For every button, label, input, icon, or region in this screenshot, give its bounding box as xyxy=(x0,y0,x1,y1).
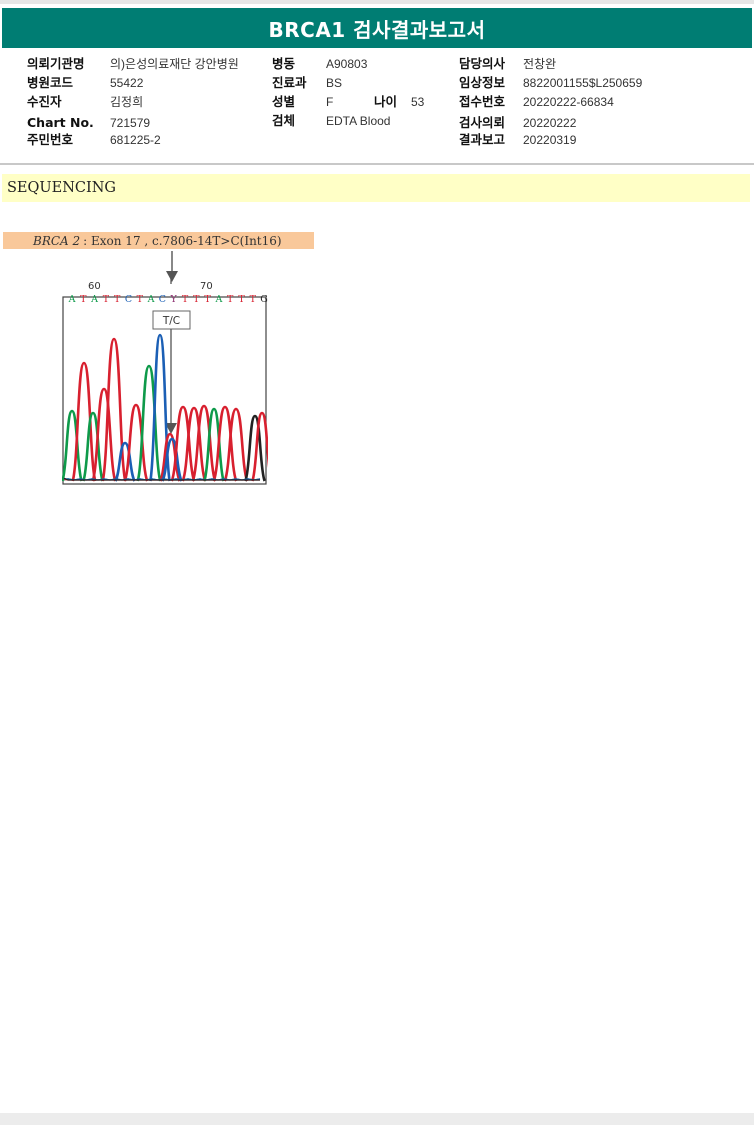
ward-value-wrap: A90803 xyxy=(326,56,367,72)
base-letter: C xyxy=(159,294,166,305)
sex-value-wrap: F xyxy=(326,94,333,110)
institution-label: 의뢰기관명 xyxy=(27,56,85,71)
base-letter: T xyxy=(250,294,257,305)
base-letter: A xyxy=(68,294,76,305)
field-specimen: 검체 xyxy=(272,113,295,129)
base-letter: T xyxy=(114,294,121,305)
request-date-value-wrap: 20220222 xyxy=(523,115,576,131)
position-arrow xyxy=(166,251,178,282)
clinical-info-label: 임상정보 xyxy=(459,75,506,90)
base-letter: T xyxy=(103,294,110,305)
resident-no-value: 681225-2 xyxy=(110,133,161,147)
mutation-detail: : Exon 17 , c.7806-14T>C(Int16) xyxy=(83,233,282,248)
request-date-value: 20220222 xyxy=(523,116,577,130)
resident-no-value-wrap: 681225-2 xyxy=(110,132,161,148)
department-value: BS xyxy=(326,76,343,90)
doctor-label: 담당의사 xyxy=(459,56,506,71)
institution-value-wrap: 의)은성의료재단 강안병원 xyxy=(110,56,239,72)
header-divider xyxy=(0,163,754,165)
ward-value: A90803 xyxy=(326,57,368,71)
field-ward: 병동 xyxy=(272,56,295,72)
base-letter: A xyxy=(214,294,222,305)
field-resident-no: 주민번호 xyxy=(27,132,73,148)
base-letter: A xyxy=(90,294,98,305)
base-letter: T xyxy=(227,294,234,305)
top-border xyxy=(0,0,754,4)
chart-no-label: Chart No. xyxy=(27,115,94,130)
base-letter: Y xyxy=(170,294,178,305)
receipt-no-label: 접수번호 xyxy=(459,94,506,109)
field-age: 나이 xyxy=(374,94,397,110)
department-label: 진료과 xyxy=(272,75,307,90)
patient-value-wrap: 김정희 xyxy=(110,94,143,110)
title-bar: BRCA1 검사결과보고서 xyxy=(2,8,752,48)
doctor-value: 전창완 xyxy=(523,57,557,71)
report-date-value-wrap: 20220319 xyxy=(523,132,576,148)
base-letter: C xyxy=(125,294,132,305)
field-request-date: 검사의뢰 xyxy=(459,115,505,131)
ward-label: 병동 xyxy=(272,56,296,71)
base-letter: T xyxy=(193,294,200,305)
base-letter: T xyxy=(137,294,144,305)
age-label: 나이 xyxy=(374,94,398,109)
age-value-wrap: 53 xyxy=(411,94,424,110)
field-clinical-info: 임상정보 xyxy=(459,75,505,91)
sex-value: F xyxy=(326,95,334,109)
base-letter: T xyxy=(204,294,211,305)
doctor-value-wrap: 전창완 xyxy=(523,56,556,72)
section-header: SEQUENCING xyxy=(2,174,750,202)
department-value-wrap: BS xyxy=(326,75,342,91)
field-chart-no: Chart No. xyxy=(27,115,94,131)
field-receipt-no: 접수번호 xyxy=(459,94,505,110)
specimen-value: EDTA Blood xyxy=(326,114,391,128)
specimen-value-wrap: EDTA Blood xyxy=(326,113,390,129)
base-letter: T xyxy=(182,294,189,305)
base-letter: G xyxy=(260,294,268,305)
field-patient: 수진자 xyxy=(27,94,62,110)
specimen-label: 검체 xyxy=(272,113,296,128)
hospital-code-value: 55422 xyxy=(110,76,144,90)
field-hospital-code: 병원코드 xyxy=(27,75,73,91)
institution-value: 의)은성의료재단 강안병원 xyxy=(110,57,239,71)
mutation-label: BRCA 2 : Exon 17 , c.7806-14T>C(Int16) xyxy=(3,232,314,249)
field-report-date: 결과보고 xyxy=(459,132,505,148)
report-title: BRCA1 검사결과보고서 xyxy=(268,17,486,42)
resident-no-label: 주민번호 xyxy=(27,132,74,147)
hospital-code-label: 병원코드 xyxy=(27,75,74,90)
position-60: 60 xyxy=(88,281,101,292)
chart-no-value: 721579 xyxy=(110,116,151,130)
patient-value: 김정희 xyxy=(110,95,144,109)
base-letter: A xyxy=(147,294,155,305)
receipt-no-value-wrap: 20220222-66834 xyxy=(523,94,614,110)
chromatogram: 60 70 ATATTCTACYTTTATTTG T/C xyxy=(62,278,268,485)
clinical-info-value: 8822001155$L250659 xyxy=(523,76,643,90)
field-sex: 성별 xyxy=(272,94,295,110)
call-label: T/C xyxy=(162,315,180,327)
hospital-code-value-wrap: 55422 xyxy=(110,75,143,91)
receipt-no-value: 20220222-66834 xyxy=(523,95,614,109)
request-date-label: 검사의뢰 xyxy=(459,115,506,130)
field-department: 진료과 xyxy=(272,75,307,91)
position-70: 70 xyxy=(200,281,213,292)
patient-label: 수진자 xyxy=(27,94,62,109)
report-date-label: 결과보고 xyxy=(459,132,506,147)
sex-label: 성별 xyxy=(272,94,296,109)
age-value: 53 xyxy=(411,95,425,109)
chart-no-value-wrap: 721579 xyxy=(110,115,150,131)
clinical-info-value-wrap: 8822001155$L250659 xyxy=(523,75,642,91)
field-doctor: 담당의사 xyxy=(459,56,505,72)
base-letter: T xyxy=(80,294,87,305)
report-date-value: 20220319 xyxy=(523,133,577,147)
bottom-border xyxy=(0,1113,754,1125)
base-letter: T xyxy=(238,294,245,305)
mutation-gene: BRCA 2 xyxy=(33,233,81,248)
field-institution: 의뢰기관명 xyxy=(27,56,85,72)
section-title: SEQUENCING xyxy=(7,180,116,196)
position-arrow-head xyxy=(166,271,178,282)
